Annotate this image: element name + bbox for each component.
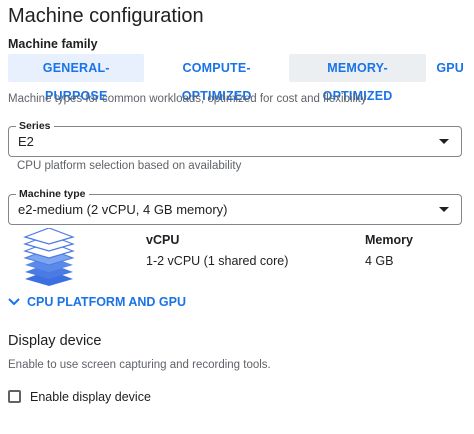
series-select[interactable]: Series E2 <box>8 119 462 157</box>
tab-gpu[interactable]: GPU <box>426 54 474 82</box>
chevron-down-icon <box>8 298 20 306</box>
machine-type-label: Machine type <box>16 187 89 201</box>
series-value: E2 <box>18 134 34 149</box>
tab-memory-optimized[interactable]: MEMORY-OPTIMIZED <box>288 54 427 103</box>
page-title: Machine configuration <box>8 5 204 27</box>
machine-family-label: Machine family <box>8 37 98 51</box>
vcpu-value: 1-2 vCPU (1 shared core) <box>146 254 289 268</box>
display-device-title: Display device <box>8 333 102 349</box>
tab-compute-optimized[interactable]: COMPUTE-OPTIMIZED <box>144 54 288 103</box>
display-device-description: Enable to use screen capturing and recor… <box>8 359 271 371</box>
series-label: Series <box>16 119 54 133</box>
cpu-platform-gpu-toggle[interactable]: CPU PLATFORM AND GPU <box>8 295 186 309</box>
dropdown-arrow-icon <box>439 207 449 212</box>
machine-type-select[interactable]: Machine type e2-medium (2 vCPU, 4 GB mem… <box>8 187 462 225</box>
vcpu-column-header: vCPU <box>146 233 180 247</box>
machine-family-description: Machine types for common workloads, opti… <box>8 93 367 105</box>
tab-general-purpose[interactable]: GENERAL-PURPOSE <box>8 54 145 103</box>
enable-display-device-checkbox[interactable] <box>8 390 21 403</box>
enable-display-device-label[interactable]: Enable display device <box>30 390 151 404</box>
dropdown-arrow-icon <box>439 139 449 144</box>
cpu-platform-gpu-label: CPU PLATFORM AND GPU <box>27 295 187 309</box>
memory-column-header: Memory <box>365 233 413 247</box>
series-helper-text: CPU platform selection based on availabi… <box>17 160 242 172</box>
stacked-layers-icon <box>23 228 75 286</box>
machine-family-tabs: GENERAL-PURPOSE COMPUTE-OPTIMIZED MEMORY… <box>8 54 474 103</box>
memory-value: 4 GB <box>365 254 394 268</box>
machine-type-value: e2-medium (2 vCPU, 4 GB memory) <box>18 202 228 217</box>
